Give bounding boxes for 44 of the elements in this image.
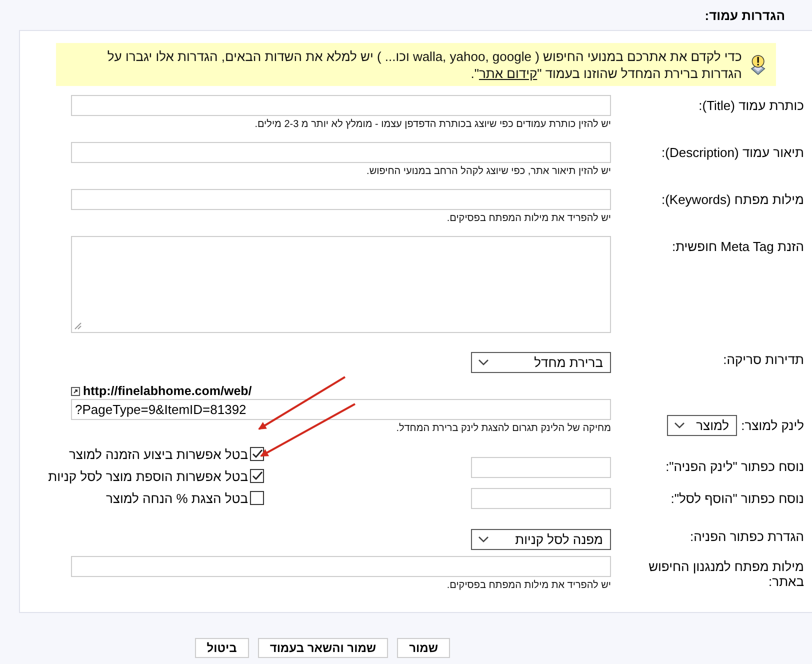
page-title: הגדרות עמוד:	[704, 7, 786, 25]
checkbox[interactable]	[250, 447, 264, 461]
dropdown[interactable]: מפנה לסל קניות	[471, 529, 611, 550]
dropdown[interactable]: ברירת מחדל	[471, 352, 611, 373]
field-label: תיאור עמוד (Description):	[660, 144, 805, 160]
hint-text: יש להזין תיאור אתר, כפי שיוצג לקהל הרחב במנועי החיפוש.	[366, 166, 611, 178]
action-button[interactable]: שמור והשאר בעמוד	[258, 638, 388, 658]
checkbox-label: בטל אפשרות הוספת מוצר לסל קניות	[48, 468, 248, 484]
input-field[interactable]	[71, 95, 611, 116]
resize-grip-icon	[74, 322, 82, 330]
action-button[interactable]: ביטול	[194, 638, 249, 658]
input-field[interactable]	[471, 488, 611, 509]
input-field[interactable]	[71, 142, 611, 163]
field-label: לינק למוצר:	[741, 418, 804, 433]
url-text: http://finelabhome.com/web/	[83, 384, 252, 399]
field-label: כותרת עמוד (Title):	[698, 97, 805, 113]
field-label: מילות מפתח למנגנון החיפוש באתר:	[648, 558, 805, 589]
external-link-icon	[71, 387, 80, 396]
input-field[interactable]	[71, 189, 611, 210]
input-field[interactable]: ?PageType=9&ItemID=81392	[71, 399, 611, 420]
hint-text: יש להפריד את מילות המפתח בפסיקים.	[446, 580, 611, 592]
field-label: נוסח כפתור "הוסף לסל":	[670, 491, 804, 506]
checkbox[interactable]	[250, 469, 264, 483]
hint-text: מחיקה של הלינק תגרום להצגת לינק ברירת המחדל.	[395, 423, 611, 435]
action-button[interactable]: שמור	[397, 638, 450, 658]
input-field[interactable]	[71, 556, 611, 577]
checkbox-label: בטל הצגת % הנחה למוצר	[106, 490, 248, 506]
dropdown[interactable]: למוצר	[667, 415, 738, 436]
field-label: תדירות סריקה:	[722, 351, 805, 367]
field-label: הזנת Meta Tag חופשית:	[670, 238, 805, 254]
chevron-icon	[478, 359, 489, 366]
field-label: נוסח כפתור "לינק הפניה":	[664, 459, 804, 474]
chevron-icon	[478, 536, 489, 543]
checkbox-label: בטל אפשרות ביצוע הזמנה למוצר	[68, 446, 248, 462]
chevron-icon	[674, 422, 686, 429]
input-field[interactable]	[471, 457, 611, 478]
hint-text: יש להפריד את מילות המפתח בפסיקים.	[446, 213, 611, 225]
site-promotion-link[interactable]: קידום אתר	[478, 66, 538, 80]
hint-text: יש להזין כותרת עמודים כפי שיוצג בכותרת הדפדפן עצמו - מומלץ לא יותר מ 2-3 מילים.	[254, 119, 611, 131]
field-label: הגדרת כפתור הפניה:	[689, 528, 805, 544]
field-label: מילות מפתח (Keywords):	[660, 191, 805, 207]
notice-text: כדי לקדם את אתרכם במנועי החיפוש ( walla, yahoo, google וכו... ) יש למלא את השדות הבאים, הגדרות אלו יגברו על הגדרות ברירת המחדל שהוזנו בעמוד "קידום אתר".	[106, 48, 742, 82]
checkbox[interactable]	[250, 491, 264, 505]
text-area[interactable]	[71, 236, 611, 333]
